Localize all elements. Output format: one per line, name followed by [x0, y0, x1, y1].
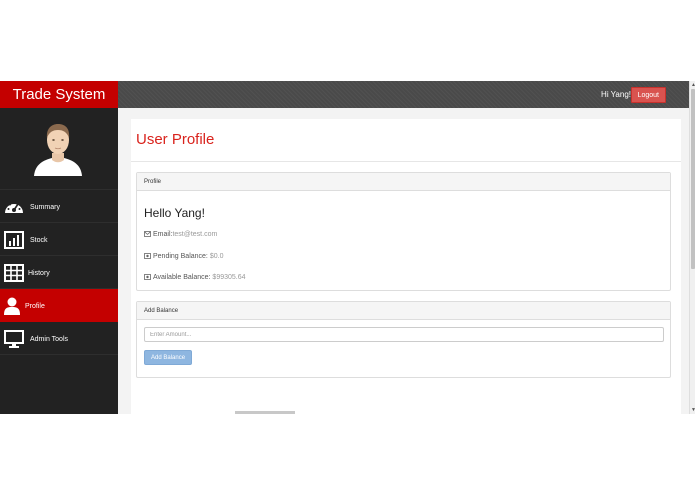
profile-panel: Profile Hello Yang! Email:test@test.com …: [136, 172, 671, 291]
sidebar-item-label: Stock: [30, 237, 48, 244]
user-greeting: Hi Yang!: [601, 90, 631, 99]
dashboard-icon: [5, 201, 23, 213]
hello-heading: Hello Yang!: [144, 206, 205, 220]
sidebar-item-stock[interactable]: Stock: [0, 223, 118, 256]
available-balance-value: $99305.64: [212, 274, 246, 281]
scroll-down-arrow-icon[interactable]: ▼: [691, 407, 695, 413]
sidebar-item-label: Profile: [25, 303, 45, 310]
app-window: Trade System Hi Yang! Logout Summary Sto…: [0, 81, 695, 414]
sidebar-item-label: History: [28, 270, 50, 277]
brand-logo[interactable]: Trade System: [0, 81, 118, 108]
avatar-section: [0, 108, 118, 190]
add-balance-panel: Add Balance Add Balance: [136, 301, 671, 378]
email-row: Email:test@test.com: [144, 231, 217, 238]
add-balance-panel-heading: Add Balance: [137, 302, 670, 320]
envelope-icon: [144, 231, 151, 237]
page-title: User Profile: [136, 131, 215, 148]
available-balance-row: Available Balance: $99305.64: [144, 274, 246, 281]
top-bar: Trade System Hi Yang! Logout: [0, 81, 689, 108]
sidebar-item-label: Summary: [30, 204, 60, 211]
money-icon: [144, 274, 151, 280]
logout-button[interactable]: Logout: [630, 87, 666, 103]
sidebar-item-admin-tools[interactable]: Admin Tools: [0, 322, 118, 355]
sidebar-item-profile[interactable]: Profile: [0, 289, 118, 322]
profile-panel-heading: Profile: [137, 173, 670, 191]
main-content: User Profile Profile Hello Yang! Email:t…: [118, 108, 689, 414]
content-area: Profile Hello Yang! Email:test@test.com …: [131, 162, 681, 414]
pending-balance-value: $0.0: [209, 253, 224, 260]
vertical-scrollbar[interactable]: ▲ ▼: [689, 81, 695, 414]
monitor-icon: [4, 330, 24, 348]
email-value: test@test.com: [172, 231, 218, 238]
amount-input[interactable]: [144, 327, 664, 342]
email-label: Email:: [153, 231, 173, 238]
bar-chart-icon: [4, 231, 24, 249]
sidebar-item-summary[interactable]: Summary: [0, 190, 118, 223]
money-icon: [144, 253, 151, 259]
horizontal-scrollbar-thumb[interactable]: [235, 411, 295, 414]
sidebar-item-history[interactable]: History: [0, 256, 118, 289]
page-header: User Profile: [131, 119, 681, 162]
available-balance-label: Available Balance:: [153, 274, 211, 281]
scroll-up-arrow-icon[interactable]: ▲: [691, 82, 695, 88]
pending-balance-label: Pending Balance:: [153, 253, 208, 260]
add-balance-button[interactable]: Add Balance: [144, 350, 193, 365]
user-icon: [4, 297, 20, 315]
table-icon: [4, 264, 24, 282]
scrollbar-thumb[interactable]: [691, 89, 695, 269]
avatar: [34, 124, 82, 176]
sidebar-item-label: Admin Tools: [30, 336, 69, 343]
pending-balance-row: Pending Balance: $0.0: [144, 253, 223, 260]
sidebar: Summary Stock History Profile Admin Tool…: [0, 108, 118, 414]
